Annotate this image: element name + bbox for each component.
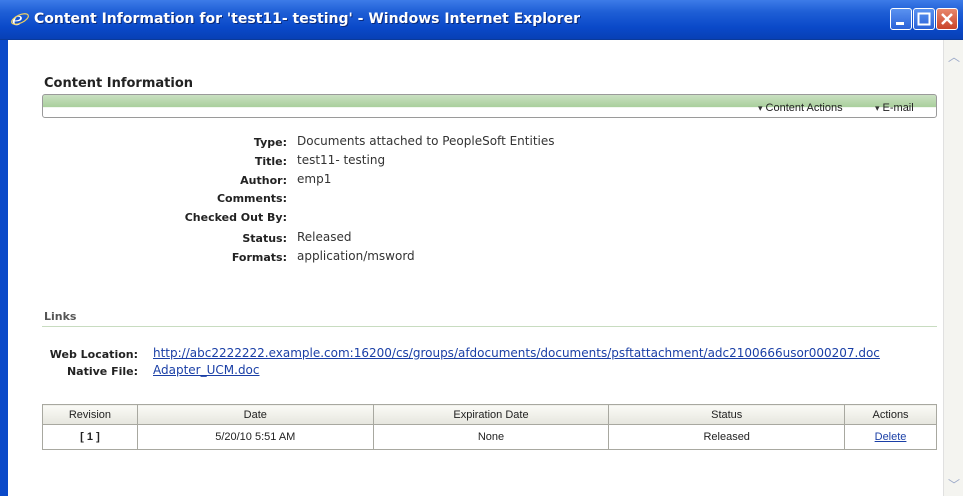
status-cell: Released	[608, 424, 846, 450]
column-header-date: Date	[136, 404, 374, 425]
table-header-row: Revision Date Expiration Date Status Act…	[42, 404, 937, 425]
content-actions-menu[interactable]: ▾ Content Actions	[758, 102, 843, 114]
type-label: Type:	[253, 136, 287, 149]
column-header-expiration-date: Expiration Date	[372, 404, 610, 425]
links-heading: Links	[44, 310, 77, 323]
column-header-actions: Actions	[844, 404, 937, 425]
window-frame-left	[0, 40, 8, 496]
actions-cell: Delete	[844, 424, 937, 450]
formats-label: Formats:	[231, 251, 287, 264]
vertical-scrollbar[interactable]: ︿ ﹀	[943, 40, 963, 496]
native-file-link[interactable]: Adapter_UCM.doc	[153, 363, 260, 377]
formats-value: application/msword	[297, 249, 415, 263]
window-titlebar: e Content Information for 'test11- testi…	[0, 0, 963, 40]
revision-cell: [ 1 ]	[42, 424, 138, 450]
column-header-status: Status	[608, 404, 846, 425]
window-title: Content Information for 'test11- testing…	[34, 11, 580, 27]
date-cell: 5/20/10 5:51 AM	[136, 424, 374, 450]
email-menu[interactable]: ▾ E-mail	[875, 102, 914, 114]
page-title: Content Information	[44, 76, 194, 91]
expiration-date-cell: None	[372, 424, 610, 450]
author-label: Author:	[240, 174, 287, 187]
chevron-down-icon: ▾	[875, 103, 880, 113]
native-file-label: Native File:	[66, 365, 138, 378]
chevron-down-icon: ▾	[758, 103, 763, 113]
maximize-icon	[917, 12, 931, 26]
close-icon	[941, 13, 953, 25]
minimize-button[interactable]	[890, 8, 912, 30]
close-button[interactable]	[936, 8, 958, 30]
web-location-link[interactable]: http://abc2222222.example.com:16200/cs/g…	[153, 346, 880, 360]
action-bar: ▾ Content Actions ▾ E-mail	[42, 94, 937, 118]
minimize-icon	[896, 22, 904, 25]
title-value: test11- testing	[297, 153, 386, 167]
status-label: Status:	[242, 232, 287, 245]
delete-link[interactable]: Delete	[875, 431, 907, 443]
web-location-label: Web Location:	[49, 348, 138, 361]
revisions-table: Revision Date Expiration Date Status Act…	[42, 404, 937, 450]
email-label: E-mail	[882, 102, 914, 114]
column-header-revision: Revision	[42, 404, 138, 425]
content-actions-label: Content Actions	[765, 102, 843, 114]
links-divider	[42, 326, 937, 327]
author-value: emp1	[297, 172, 332, 186]
internet-explorer-icon: e	[11, 9, 29, 29]
maximize-button[interactable]	[913, 8, 935, 30]
scroll-down-icon[interactable]: ﹀	[948, 476, 960, 493]
checked-out-by-label: Checked Out By:	[184, 211, 287, 224]
table-row: [ 1 ] 5/20/10 5:51 AM None Released Dele…	[42, 424, 937, 450]
scroll-up-icon[interactable]: ︿	[948, 48, 960, 65]
title-label: Title:	[254, 155, 287, 168]
type-value: Documents attached to PeopleSoft Entitie…	[297, 134, 555, 148]
comments-label: Comments:	[216, 192, 287, 205]
status-value: Released	[297, 230, 352, 244]
